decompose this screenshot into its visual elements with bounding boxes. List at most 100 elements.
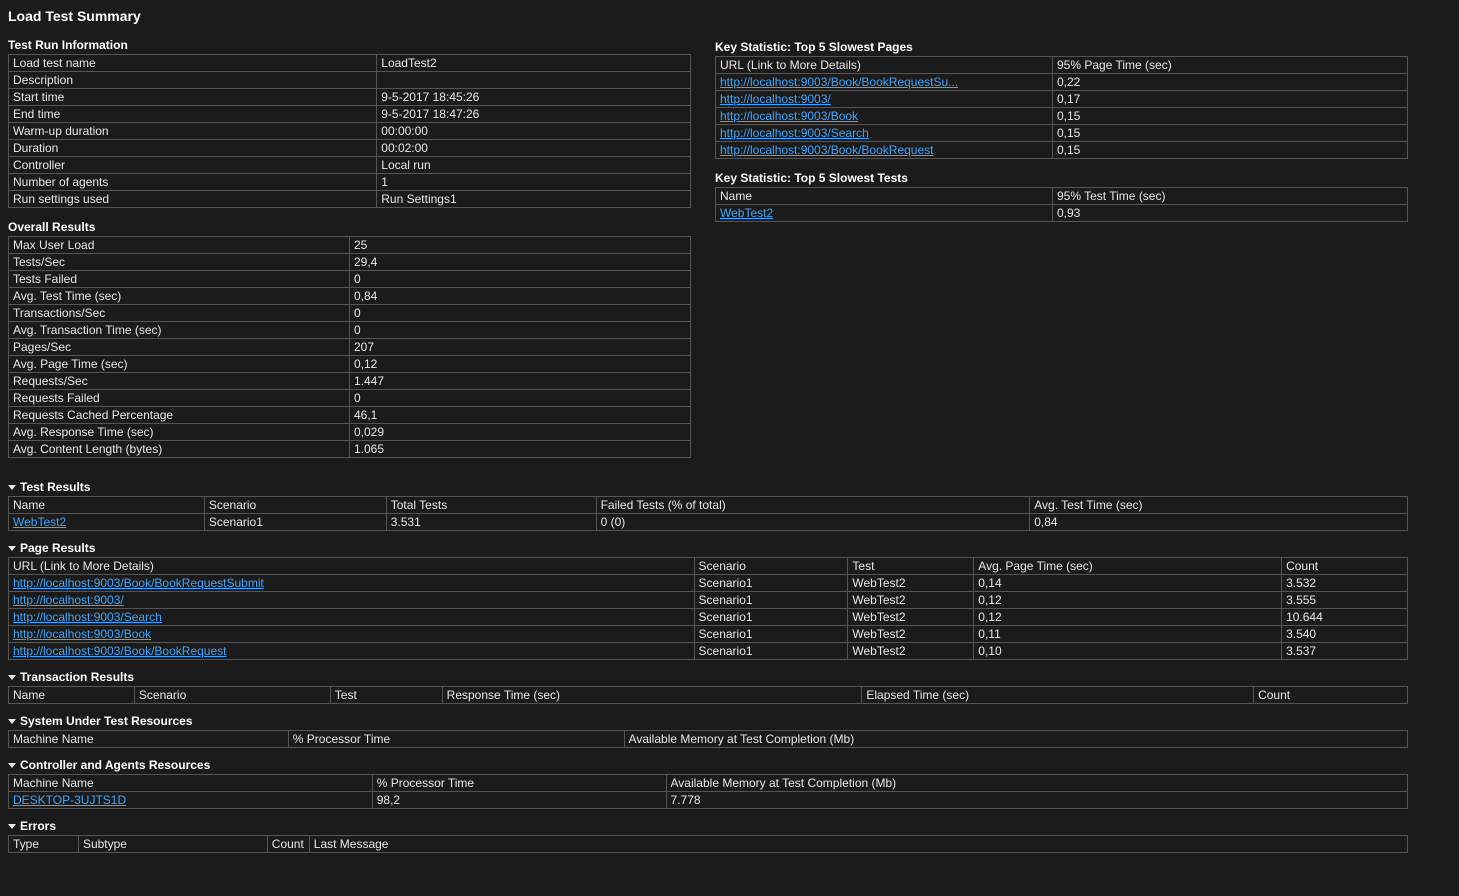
cell: WebTest2 [848, 626, 974, 643]
detail-link[interactable]: http://localhost:9003/Book [720, 109, 858, 123]
detail-link[interactable]: http://localhost:9003/Book/BookRequestSu… [13, 576, 264, 590]
col-header: Failed Tests (% of total) [596, 497, 1030, 514]
cell-label: Requests Failed [9, 390, 350, 407]
table-row: Transactions/Sec0 [9, 305, 691, 322]
table-row: WebTest2Scenario13.5310 (0)0,84 [9, 514, 1408, 531]
cell-label: Tests/Sec [9, 254, 350, 271]
cell-link: http://localhost:9003/ [9, 592, 695, 609]
overall-results-section: Overall Results Max User Load25Tests/Sec… [8, 220, 691, 458]
chevron-down-icon [8, 546, 16, 551]
chevron-down-icon [8, 675, 16, 680]
detail-link[interactable]: http://localhost:9003/ [13, 593, 124, 607]
section-title: Key Statistic: Top 5 Slowest Tests [715, 171, 1408, 185]
col-header: Subtype [78, 836, 267, 853]
cell-value: 0 [350, 305, 691, 322]
overall-results-table: Max User Load25Tests/Sec29,4Tests Failed… [8, 236, 691, 458]
test-results-table: Name Scenario Total Tests Failed Tests (… [8, 496, 1408, 531]
detail-link[interactable]: http://localhost:9003/Book/BookRequest [13, 644, 226, 658]
cell: 0,12 [974, 609, 1282, 626]
cell-label: Tests Failed [9, 271, 350, 288]
table-row: Max User Load25 [9, 237, 691, 254]
col-header: Count [1254, 687, 1408, 704]
test-results-toggle[interactable]: Test Results [8, 480, 1408, 494]
table-row: Avg. Test Time (sec)0,84 [9, 288, 691, 305]
cell: WebTest2 [848, 643, 974, 660]
detail-link[interactable]: http://localhost:9003/Search [13, 610, 162, 624]
col-header: Type [9, 836, 79, 853]
detail-link[interactable]: http://localhost:9003/Search [720, 126, 869, 140]
section-title: Transaction Results [20, 670, 134, 684]
detail-link[interactable]: http://localhost:9003/ [720, 92, 831, 106]
cell-link: http://localhost:9003/Book [716, 108, 1053, 125]
table-header-row: Type Subtype Count Last Message [9, 836, 1408, 853]
cell-label: Avg. Response Time (sec) [9, 424, 350, 441]
table-row: Duration00:02:00 [9, 140, 691, 157]
cell-value: 0,029 [350, 424, 691, 441]
detail-link[interactable]: WebTest2 [720, 206, 773, 220]
table-row: Tests Failed0 [9, 271, 691, 288]
cell-label: Avg. Transaction Time (sec) [9, 322, 350, 339]
cell: 0,22 [1053, 74, 1408, 91]
table-row: Requests Cached Percentage46,1 [9, 407, 691, 424]
cell-link: http://localhost:9003/Book/BookRequest [9, 643, 695, 660]
page-results-toggle[interactable]: Page Results [8, 541, 1408, 555]
cell-value: 0 [350, 390, 691, 407]
col-header: % Processor Time [372, 775, 666, 792]
table-row: http://localhost:9003/Scenario1WebTest20… [9, 592, 1408, 609]
chevron-down-icon [8, 485, 16, 490]
detail-link[interactable]: DESKTOP-3UJTS1D [13, 793, 126, 807]
detail-link[interactable]: http://localhost:9003/Book [13, 627, 151, 641]
col-header: Scenario [204, 497, 386, 514]
table-row: Pages/Sec207 [9, 339, 691, 356]
col-header: Avg. Page Time (sec) [974, 558, 1282, 575]
cell: 3.532 [1282, 575, 1408, 592]
cell: 0,15 [1053, 142, 1408, 159]
cell-label: Start time [9, 89, 377, 106]
cell-value: 0,12 [350, 356, 691, 373]
errors-toggle[interactable]: Errors [8, 819, 1408, 833]
detail-link[interactable]: http://localhost:9003/Book/BookRequest [720, 143, 933, 157]
transaction-results-table: Name Scenario Test Response Time (sec) E… [8, 686, 1408, 704]
cell-link: http://localhost:9003/Book/BookRequestSu… [9, 575, 695, 592]
detail-link[interactable]: WebTest2 [13, 515, 66, 529]
cell: 0 (0) [596, 514, 1030, 531]
cell-label: Number of agents [9, 174, 377, 191]
col-header: Count [267, 836, 309, 853]
chevron-down-icon [8, 763, 16, 768]
cell: Scenario1 [694, 609, 848, 626]
cell-label: Run settings used [9, 191, 377, 208]
table-header-row: URL (Link to More Details) 95% Page Time… [716, 57, 1408, 74]
table-header-row: Name Scenario Test Response Time (sec) E… [9, 687, 1408, 704]
table-row: End time9-5-2017 18:47:26 [9, 106, 691, 123]
col-header: Total Tests [386, 497, 596, 514]
cell-label: Avg. Test Time (sec) [9, 288, 350, 305]
table-row: http://localhost:9003/Book0,15 [716, 108, 1408, 125]
cell-value: 9-5-2017 18:45:26 [377, 89, 691, 106]
slowest-pages-section: Key Statistic: Top 5 Slowest Pages URL (… [715, 40, 1408, 159]
slowest-pages-table: URL (Link to More Details) 95% Page Time… [715, 56, 1408, 159]
cell-link: http://localhost:9003/Search [716, 125, 1053, 142]
col-header: Test [330, 687, 442, 704]
table-row: Number of agents1 [9, 174, 691, 191]
cell: 3.540 [1282, 626, 1408, 643]
table-row: Requests/Sec1.447 [9, 373, 691, 390]
table-row: Tests/Sec29,4 [9, 254, 691, 271]
cell-value: 25 [350, 237, 691, 254]
cell-label: Avg. Page Time (sec) [9, 356, 350, 373]
system-resources-toggle[interactable]: System Under Test Resources [8, 714, 1408, 728]
table-row: http://localhost:9003/0,17 [716, 91, 1408, 108]
controller-resources-toggle[interactable]: Controller and Agents Resources [8, 758, 1408, 772]
table-row: ControllerLocal run [9, 157, 691, 174]
col-header: Elapsed Time (sec) [862, 687, 1254, 704]
cell: 7.778 [666, 792, 1407, 809]
cell-value: LoadTest2 [377, 55, 691, 72]
transaction-results-toggle[interactable]: Transaction Results [8, 670, 1408, 684]
section-title: Test Results [20, 480, 90, 494]
cell-link: http://localhost:9003/Book/BookRequestSu… [716, 74, 1053, 91]
cell: Scenario1 [694, 626, 848, 643]
cell-value: 1.065 [350, 441, 691, 458]
cell-value: 00:00:00 [377, 123, 691, 140]
cell-value: 207 [350, 339, 691, 356]
table-row: Avg. Content Length (bytes)1.065 [9, 441, 691, 458]
detail-link[interactable]: http://localhost:9003/Book/BookRequestSu… [720, 75, 958, 89]
